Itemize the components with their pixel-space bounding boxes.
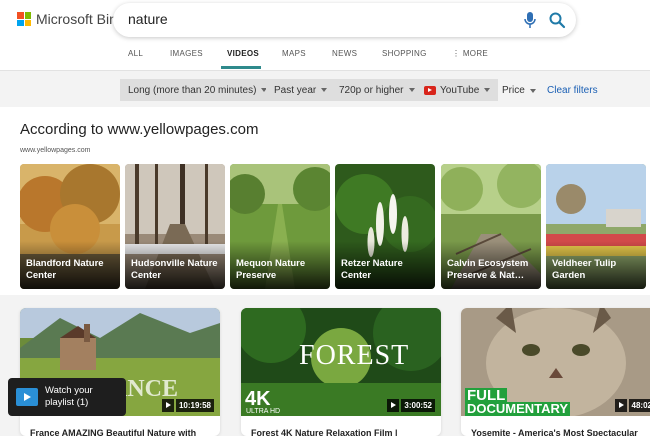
place-card[interactable]: Mequon Nature Preserve [230, 164, 330, 289]
microphone-icon[interactable] [523, 11, 537, 29]
video-title[interactable]: France AMAZING Beautiful Nature with [30, 428, 220, 436]
place-name: Retzer Nature Center [341, 258, 403, 281]
tab-shopping[interactable]: SHOPPING [382, 49, 427, 58]
active-tab-indicator [221, 66, 261, 69]
thumbnail-caption: FOREST [299, 340, 410, 371]
filter-length-label: Long (more than 20 minutes) [128, 84, 257, 96]
filter-resolution[interactable]: 720p or higher [331, 79, 423, 101]
video-overlay: 3:00:52 [387, 399, 435, 412]
chevron-down-icon [321, 88, 328, 92]
video-card[interactable]: FOREST 4K ULTRA HD 3:00:52 Forest 4K Nat… [241, 308, 441, 436]
video-card[interactable]: FULL DOCUMENTARY 48:02 Yosemite - Americ… [461, 308, 650, 436]
place-name: Mequon Nature Preserve [236, 258, 306, 281]
chevron-down-icon [484, 88, 491, 92]
more-dots-icon: ⋮ [452, 49, 461, 58]
places-section: According to www.yellowpages.com www.yel… [0, 107, 650, 295]
search-box[interactable] [113, 3, 576, 37]
place-card[interactable]: Retzer Nature Center [335, 164, 435, 289]
place-name: Veldheer Tulip Garden [552, 258, 617, 281]
tab-all[interactable]: ALL [128, 49, 143, 58]
tab-more-label: MORE [462, 49, 489, 58]
playlist-label: Watch your playlist (1) [45, 385, 93, 408]
filter-source-label: YouTube [440, 84, 480, 96]
place-name: Hudsonville Nature Center [131, 258, 218, 281]
tab-news[interactable]: NEWS [332, 49, 357, 58]
search-tabs: ALL IMAGES VIDEOS MAPS NEWS SHOPPING ⋮ M… [0, 44, 650, 70]
chevron-down-icon [529, 89, 536, 93]
playlist-icon [16, 388, 38, 406]
youtube-icon [424, 85, 436, 95]
play-icon[interactable] [387, 399, 400, 412]
place-card[interactable]: Hudsonville Nature Center [125, 164, 225, 289]
thumbnail-caption-line2: DOCUMENTARY [465, 401, 571, 416]
place-card[interactable]: Veldheer Tulip Garden [546, 164, 646, 289]
tab-images[interactable]: IMAGES [170, 49, 203, 58]
thumbnail-badge-sub: ULTRA HD [246, 408, 281, 415]
video-duration: 3:00:52 [401, 399, 435, 412]
search-icon[interactable] [548, 11, 566, 29]
bing-logo[interactable]: Microsoft Bing [17, 11, 125, 27]
video-duration: 10:19:58 [175, 399, 214, 412]
section-source[interactable]: www.yellowpages.com [20, 147, 90, 154]
tab-maps[interactable]: MAPS [282, 49, 306, 58]
tab-more[interactable]: ⋮ MORE [452, 49, 488, 58]
watch-playlist-button[interactable]: Watch your playlist (1) [8, 378, 126, 416]
header: Microsoft Bing ALL IMAGES VIDEOS MAPS NE… [0, 0, 650, 71]
place-card[interactable]: Blandford Nature Center [20, 164, 120, 289]
place-card[interactable]: Calvin Ecosystem Preserve & Nat… [441, 164, 541, 289]
video-overlay: 48:02 [614, 399, 650, 412]
microsoft-logo-icon [17, 12, 31, 26]
tab-videos[interactable]: VIDEOS [227, 49, 259, 58]
play-icon[interactable] [161, 399, 174, 412]
filter-price-label: Price [502, 85, 525, 96]
video-title[interactable]: Yosemite - America's Most Spectacular [471, 428, 650, 436]
filter-date-label: Past year [274, 84, 317, 96]
filter-date[interactable]: Past year [266, 79, 336, 101]
place-name: Calvin Ecosystem Preserve & Nat… [447, 258, 529, 281]
video-card[interactable]: ANCE 10:19:58 France AMAZING Beautiful N… [20, 308, 220, 436]
chevron-down-icon [408, 88, 415, 92]
video-duration: 48:02 [628, 399, 650, 412]
filter-resolution-label: 720p or higher [339, 84, 404, 96]
filter-source[interactable]: YouTube [416, 79, 499, 101]
brand-name: Microsoft Bing [36, 11, 125, 27]
clear-filters-link[interactable]: Clear filters [547, 85, 598, 96]
section-title: According to www.yellowpages.com [20, 121, 259, 138]
search-input[interactable] [128, 11, 508, 27]
video-title[interactable]: Forest 4K Nature Relaxation Film | [251, 428, 441, 436]
filter-bar: Long (more than 20 minutes) Past year 72… [0, 71, 650, 107]
filter-price[interactable]: Price [502, 85, 536, 96]
filter-length[interactable]: Long (more than 20 minutes) [120, 79, 276, 101]
place-name: Blandford Nature Center [26, 258, 104, 281]
video-overlay: 10:19:58 [161, 399, 214, 412]
play-icon[interactable] [614, 399, 627, 412]
